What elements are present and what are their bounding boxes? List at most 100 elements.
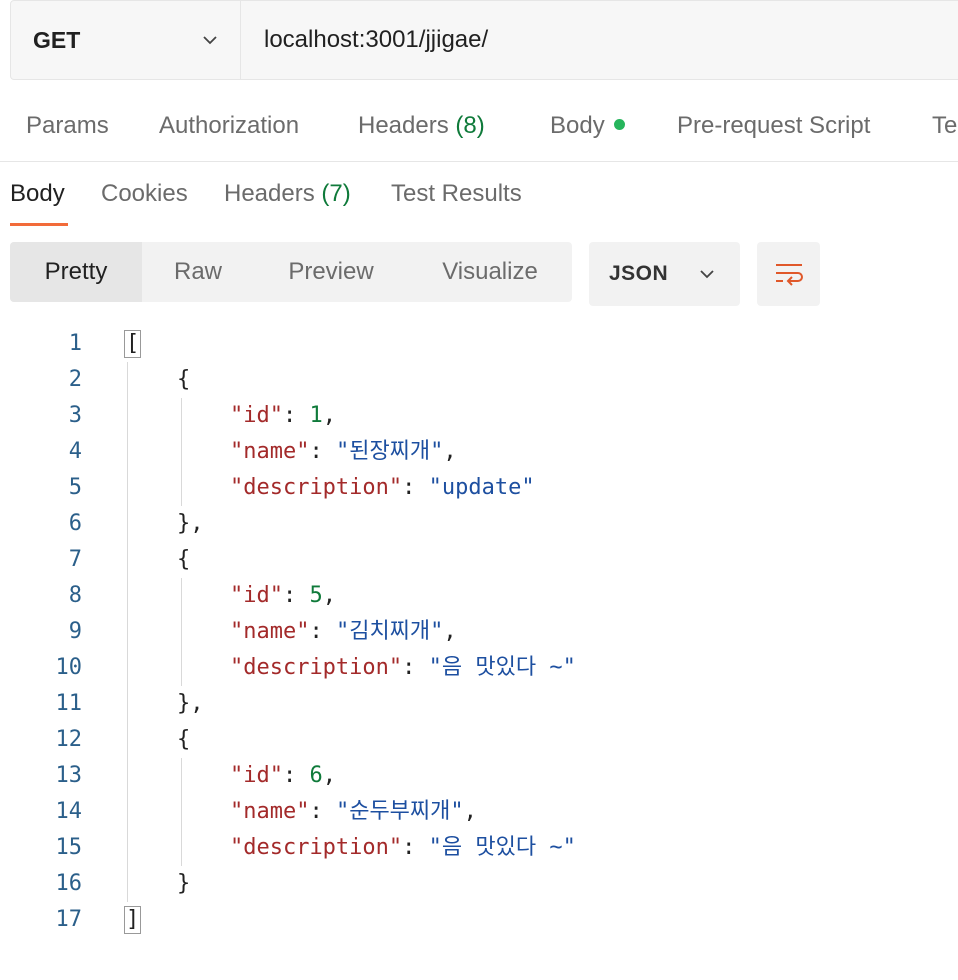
code-content: "description": "update" (124, 470, 535, 506)
tab-pre-request-script[interactable]: Pre-request Script (677, 112, 870, 140)
json-punctuation: : (309, 619, 336, 644)
json-punctuation: { (124, 727, 191, 752)
json-punctuation: : (282, 403, 310, 428)
wrap-lines-button[interactable] (757, 242, 820, 306)
request-bar: GET localhost:3001/jjigae/ (10, 0, 958, 80)
request-tabs: Params Authorization Headers (8) Body Pr… (0, 96, 958, 162)
code-content: { (124, 362, 190, 398)
response-tab-test-results[interactable]: Test Results (391, 180, 522, 208)
tab-headers[interactable]: Headers (8) (358, 112, 485, 140)
json-punctuation: , (443, 439, 457, 464)
line-number: 3 (68, 403, 82, 428)
code-line: 8 "id": 5, (0, 578, 958, 614)
response-headers-count: (7) (321, 180, 351, 207)
json-string: "update" (428, 475, 535, 500)
mode-preview[interactable]: Preview (254, 242, 408, 302)
code-content: { (124, 542, 190, 578)
status-dot (613, 119, 625, 131)
code-content: "name": "된장찌개", (124, 434, 457, 470)
json-key: "name" (229, 619, 310, 644)
headers-count: (8) (455, 112, 485, 139)
json-punctuation: : (309, 439, 336, 464)
tab-body[interactable]: Body (550, 112, 625, 140)
line-number: 12 (55, 727, 83, 752)
json-key: "description" (229, 475, 403, 500)
line-number: 13 (55, 763, 83, 788)
json-string: "순두부찌개" (335, 799, 464, 824)
line-number: 8 (68, 583, 82, 608)
active-tab-underline (10, 223, 68, 226)
code-content: "id": 5, (124, 578, 336, 614)
json-punctuation: , (463, 799, 477, 824)
format-label: JSON (609, 262, 669, 285)
code-content: "description": "음 맛있다 ~" (124, 830, 576, 866)
json-punctuation: : (282, 763, 310, 788)
line-number: 2 (68, 367, 82, 392)
json-punctuation: [ (124, 330, 142, 358)
line-number: 7 (68, 547, 82, 572)
json-punctuation (124, 799, 230, 824)
code-line: 6 }, (0, 506, 958, 542)
code-line: 15 "description": "음 맛있다 ~" (0, 830, 958, 866)
json-punctuation (124, 475, 230, 500)
line-number: 10 (55, 655, 83, 680)
mode-visualize[interactable]: Visualize (408, 242, 572, 302)
json-punctuation: : (402, 835, 429, 860)
json-punctuation (124, 763, 230, 788)
code-content: "description": "음 맛있다 ~" (124, 650, 576, 686)
json-key: "description" (229, 655, 403, 680)
code-content: "id": 1, (124, 398, 336, 434)
line-number: 1 (68, 331, 82, 356)
json-punctuation (124, 835, 230, 860)
code-line: 2 { (0, 362, 958, 398)
code-line: 5 "description": "update" (0, 470, 958, 506)
code-content: }, (124, 506, 204, 542)
tab-tests[interactable]: Te (932, 112, 957, 140)
url-input[interactable]: localhost:3001/jjigae/ (241, 1, 488, 79)
tab-authorization[interactable]: Authorization (159, 112, 299, 140)
json-number: 1 (309, 403, 323, 428)
method-select[interactable]: GET (11, 1, 241, 79)
json-punctuation: , (322, 583, 336, 608)
json-key: "id" (229, 763, 283, 788)
json-string: "음 맛있다 ~" (428, 655, 576, 680)
json-punctuation (124, 439, 230, 464)
line-number: 16 (55, 871, 83, 896)
json-key: "id" (229, 583, 283, 608)
mode-pretty[interactable]: Pretty (10, 242, 142, 302)
json-string: "음 맛있다 ~" (428, 835, 576, 860)
json-punctuation: : (309, 799, 336, 824)
line-number: 17 (55, 907, 83, 932)
json-punctuation (124, 403, 230, 428)
json-key: "name" (229, 799, 310, 824)
chevron-down-icon (203, 36, 217, 45)
code-content: "id": 6, (124, 758, 336, 794)
json-punctuation: { (124, 367, 191, 392)
mode-raw[interactable]: Raw (142, 242, 254, 302)
response-tab-cookies[interactable]: Cookies (101, 180, 188, 208)
method-label: GET (33, 26, 81, 53)
json-string: "김치찌개" (335, 619, 444, 644)
json-punctuation: , (443, 619, 457, 644)
code-line: 14 "name": "순두부찌개", (0, 794, 958, 830)
code-content: "name": "순두부찌개", (124, 794, 477, 830)
code-content: ] (124, 902, 142, 938)
json-punctuation: ] (124, 906, 142, 934)
code-content: "name": "김치찌개", (124, 614, 457, 650)
tab-params[interactable]: Params (26, 112, 109, 140)
line-number: 5 (68, 475, 82, 500)
chevron-down-icon (700, 270, 714, 279)
format-select[interactable]: JSON (589, 242, 740, 306)
json-punctuation: : (282, 583, 310, 608)
line-number: 14 (55, 799, 83, 824)
response-tab-headers[interactable]: Headers (7) (224, 180, 351, 208)
json-number: 5 (309, 583, 323, 608)
code-line: 11 }, (0, 686, 958, 722)
json-punctuation: , (322, 763, 336, 788)
line-number: 4 (68, 439, 82, 464)
json-punctuation (124, 583, 230, 608)
code-line: 1[ (0, 326, 958, 362)
code-line: 7 { (0, 542, 958, 578)
code-line: 4 "name": "된장찌개", (0, 434, 958, 470)
response-tab-body[interactable]: Body (10, 180, 65, 208)
